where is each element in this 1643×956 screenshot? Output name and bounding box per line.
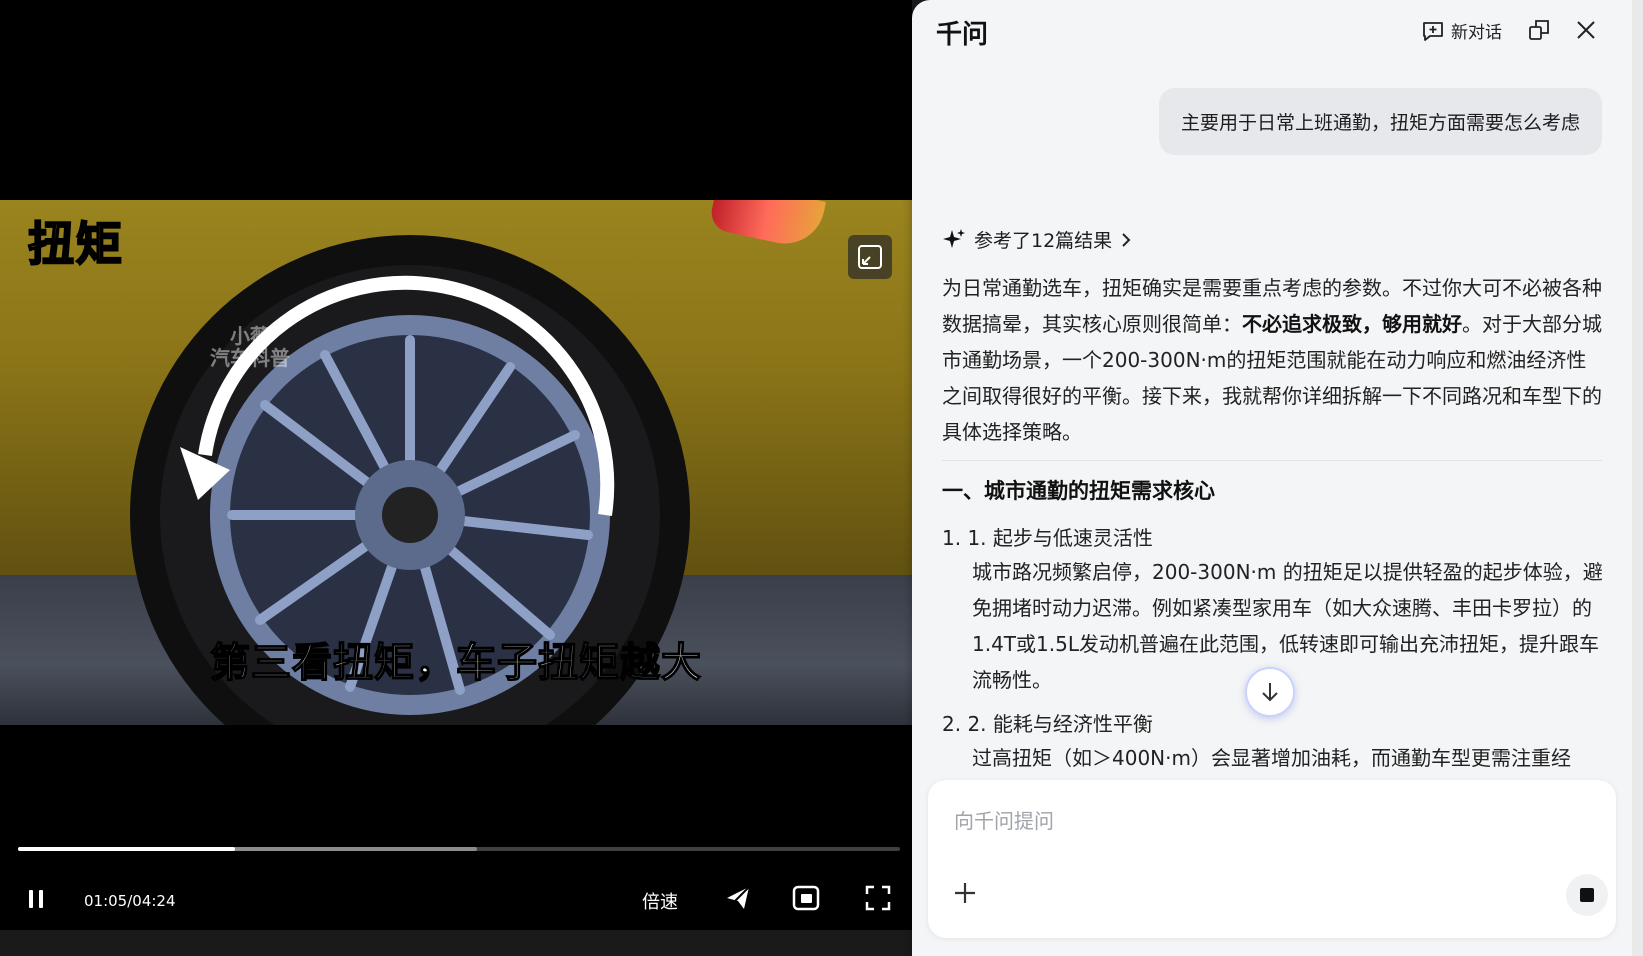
- attach-button[interactable]: [952, 880, 978, 910]
- list-item-body: 城市路况频繁启停，200-300N·m 的扭矩足以提供轻盈的起步体验，避免拥堵时…: [972, 560, 1603, 692]
- time-display: 01:05/04:24: [84, 892, 176, 910]
- answer-text-bold: 不必追求极致，够用就好: [1242, 312, 1462, 336]
- sparkle-icon: [943, 228, 965, 248]
- mini-player-button[interactable]: [792, 884, 820, 912]
- panel-header: 千问 新对话: [912, 0, 1632, 62]
- popout-icon: [1529, 20, 1549, 40]
- chat-input-box: [928, 780, 1616, 938]
- mini-player-icon: [792, 885, 820, 911]
- fullscreen-button[interactable]: [864, 884, 892, 912]
- watermark-line2: 汽车科普: [210, 346, 290, 370]
- window-edge-scrollbar[interactable]: [1632, 0, 1643, 956]
- video-overlay-tag: 扭矩: [27, 216, 124, 272]
- video-frame[interactable]: 小薇 汽车科普 扭矩 第三看扭矩，车子扭矩越大: [0, 200, 912, 725]
- share-icon: [726, 886, 750, 910]
- popout-button[interactable]: [1527, 18, 1551, 46]
- video-controls: 01:05/04:24 倍速: [0, 870, 912, 930]
- scroll-to-bottom-button[interactable]: [1245, 667, 1295, 717]
- pip-expand-icon: [858, 245, 882, 269]
- watermark-line1: 小薇: [230, 324, 270, 348]
- references-link[interactable]: 参考了12篇结果: [942, 226, 1132, 253]
- video-subtitle: 第三看扭矩，车子扭矩越大: [209, 639, 702, 687]
- share-button[interactable]: [724, 884, 752, 912]
- references-label: 参考了12篇结果: [974, 230, 1113, 252]
- fullscreen-icon: [865, 885, 891, 911]
- pause-button[interactable]: [26, 888, 46, 910]
- video-player[interactable]: 小薇 汽车科普 扭矩 第三看扭矩，车子扭矩越大 01:05/04:24 倍速: [0, 0, 912, 930]
- stop-generation-button[interactable]: [1566, 874, 1608, 916]
- pause-icon: [29, 890, 43, 908]
- video-watermark: 小薇 汽车科普: [210, 325, 290, 369]
- section-heading: 一、城市通勤的扭矩需求核心: [942, 479, 1215, 503]
- user-message: 主要用于日常上班通勤，扭矩方面需要怎么考虑: [1158, 88, 1602, 155]
- arrow-down-icon: [1262, 683, 1278, 702]
- video-progress-bar[interactable]: [18, 847, 900, 851]
- new-chat-label: 新对话: [1451, 23, 1502, 43]
- speed-button[interactable]: 倍速: [642, 888, 678, 914]
- app-title: 千问: [936, 20, 989, 50]
- new-chat-icon: [1423, 21, 1443, 41]
- list-item-title: 1. 1. 起步与低速灵活性: [942, 526, 1153, 550]
- new-chat-button[interactable]: 新对话: [1421, 18, 1502, 43]
- pip-expand-button[interactable]: [848, 235, 892, 279]
- plus-icon: [955, 883, 975, 903]
- progress-played: [18, 847, 235, 851]
- assistant-panel: 千问 新对话 主要用于日常上班通勤，扭矩方面需要怎么考虑 参考了12篇结果 为日…: [912, 0, 1632, 956]
- list-item-body: 过高扭矩（如＞400N·m）会显著增加油耗，而通勤车型更需注重经: [972, 746, 1571, 770]
- chevron-right-icon: [1122, 232, 1131, 247]
- stop-icon: [1580, 888, 1594, 902]
- answer-paragraph: 为日常通勤选车，扭矩确实是需要重点考虑的参数。不过你大可不必被各种数据搞晕，其实…: [942, 270, 1604, 450]
- close-button[interactable]: [1574, 18, 1598, 46]
- list-item-title: 2. 2. 能耗与经济性平衡: [942, 712, 1153, 736]
- divider: [942, 460, 1602, 461]
- chat-input[interactable]: [952, 802, 1576, 840]
- close-icon: [1577, 21, 1595, 39]
